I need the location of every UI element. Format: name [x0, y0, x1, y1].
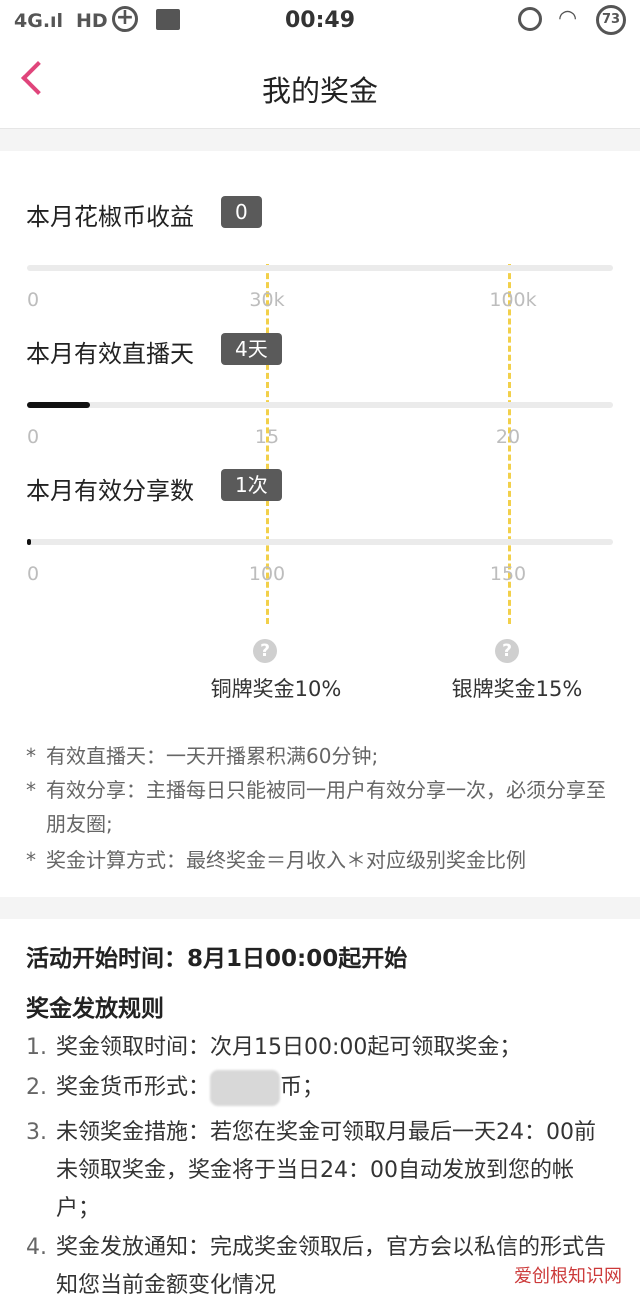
rule-item: 2. 奖金货币形式： 币；	[26, 1069, 616, 1107]
note-bullet: *	[26, 744, 36, 768]
note-shares: * 有效分享：主播每日只能被同一用户有效分享一次，必须分享至朋友圈;	[26, 773, 616, 841]
tick-label: 100	[248, 563, 286, 585]
rule-number: 2.	[26, 1075, 47, 1100]
rule-number: 1.	[26, 1035, 47, 1060]
rule-text-before: 奖金货币形式：	[56, 1075, 211, 1100]
progress-fill-shares	[27, 539, 32, 545]
tick-label: 0	[27, 426, 40, 448]
note-text: 有效直播天：一天开播累积满60分钟;	[46, 744, 379, 768]
metric-label-live-days: 本月有效直播天	[26, 340, 194, 368]
help-icon-silver[interactable]: ?	[495, 639, 519, 663]
section-divider	[0, 129, 640, 151]
status-time: 00:49	[284, 8, 356, 33]
section-divider	[0, 897, 640, 919]
rule-text: 未领奖金措施：若您在奖金可领取月最后一天24：00前未领取奖金，奖金将于当日24…	[56, 1120, 596, 1221]
note-live-days: * 有效直播天：一天开播累积满60分钟;	[26, 739, 616, 773]
redacted-currency	[210, 1070, 281, 1106]
rule-text-after: 币；	[280, 1075, 325, 1100]
rule-number: 4.	[26, 1235, 47, 1260]
note-bullet: *	[26, 778, 36, 802]
tick-label: 0	[27, 563, 40, 585]
metric-badge-shares: 1次	[221, 469, 282, 501]
nav-bar: 我的奖金	[0, 44, 640, 129]
tick-label: 15	[254, 426, 280, 448]
progress-track-shares	[27, 539, 613, 545]
battery-indicator: 73	[596, 5, 626, 35]
tick-label: 20	[495, 426, 521, 448]
status-bar: 4G.ıl HD + 00:49 ◠ 73	[0, 0, 640, 44]
tick-label: 150	[489, 563, 527, 585]
rule-text: 奖金货币形式： 币；	[26, 1069, 616, 1107]
tier-label-silver: 银牌奖金15%	[451, 677, 583, 701]
rule-text: 奖金领取时间：次月15日00:00起可领取奖金；	[56, 1035, 522, 1060]
note-formula: * 奖金计算方式：最终奖金＝月收入＊对应级别奖金比例	[26, 843, 616, 877]
metric-badge-live-days: 4天	[221, 333, 282, 365]
progress-fill-live-days	[27, 402, 90, 408]
watermark: 爱创根知识网	[510, 1262, 626, 1288]
metric-badge-coin-income: 0	[221, 196, 262, 228]
activity-rules-card: 活动开始时间：8月1日00:00起开始 奖金发放规则 1. 奖金领取时间：次月1…	[0, 919, 640, 1298]
metric-label-shares: 本月有效分享数	[26, 477, 194, 505]
rule-number: 3.	[26, 1120, 47, 1145]
tick-label: 30k	[249, 289, 285, 311]
alarm-icon	[518, 7, 542, 31]
tick-label: 100k	[489, 289, 537, 311]
note-text: 奖金计算方式：最终奖金＝月收入＊对应级别奖金比例	[46, 848, 526, 872]
bonus-progress-card: 本月花椒币收益 0 0 30k 100k 本月有效直播天 4天 0 15 20 …	[0, 151, 640, 897]
tier-label-bronze: 铜牌奖金10%	[210, 677, 342, 701]
activity-start-time: 活动开始时间：8月1日00:00起开始	[26, 946, 408, 972]
rule-item: 1. 奖金领取时间：次月15日00:00起可领取奖金；	[26, 1029, 616, 1067]
tick-label: 0	[27, 289, 40, 311]
wifi-icon: ◠	[558, 6, 578, 31]
note-text: 有效分享：主播每日只能被同一用户有效分享一次，必须分享至朋友圈;	[46, 778, 606, 836]
progress-track-live-days	[27, 402, 613, 408]
help-icon-bronze[interactable]: ?	[253, 639, 277, 663]
note-bullet: *	[26, 848, 36, 872]
progress-track-coin-income	[27, 265, 613, 271]
rules-title: 奖金发放规则	[26, 996, 164, 1022]
page-title: 我的奖金	[261, 74, 378, 108]
metric-label-coin-income: 本月花椒币收益	[26, 203, 194, 231]
rule-item: 3. 未领奖金措施：若您在奖金可领取月最后一天24：00前未领取奖金，奖金将于当…	[26, 1114, 616, 1228]
